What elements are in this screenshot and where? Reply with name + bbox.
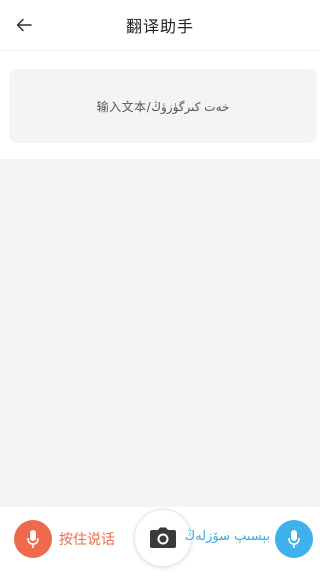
microphone-icon [288, 530, 300, 548]
page-title: 翻译助手 [125, 17, 194, 36]
translation-assistant-screen: 翻译助手 输入文本/خەت كىرگۈزۈڭ 按住说话 بېسىپ سۆزلەڭ [0, 0, 320, 577]
header-bar: 翻译助手 [0, 0, 320, 51]
text-input-area[interactable]: 输入文本/خەت كىرگۈزۈڭ [9, 69, 317, 143]
bottom-toolbar: 按住说话 بېسىپ سۆزلەڭ [0, 507, 320, 577]
uyghur-voice-label[interactable]: بېسىپ سۆزلەڭ [185, 529, 271, 544]
camera-button[interactable] [134, 509, 192, 567]
camera-icon [150, 527, 176, 548]
input-placeholder: 输入文本/خەت كىرگۈزۈڭ [96, 99, 230, 114]
chinese-voice-label[interactable]: 按住说话 [59, 529, 115, 549]
chinese-voice-button[interactable] [14, 520, 52, 558]
uyghur-voice-button[interactable] [275, 520, 313, 558]
translation-result-area [0, 159, 320, 507]
microphone-icon [27, 530, 39, 548]
